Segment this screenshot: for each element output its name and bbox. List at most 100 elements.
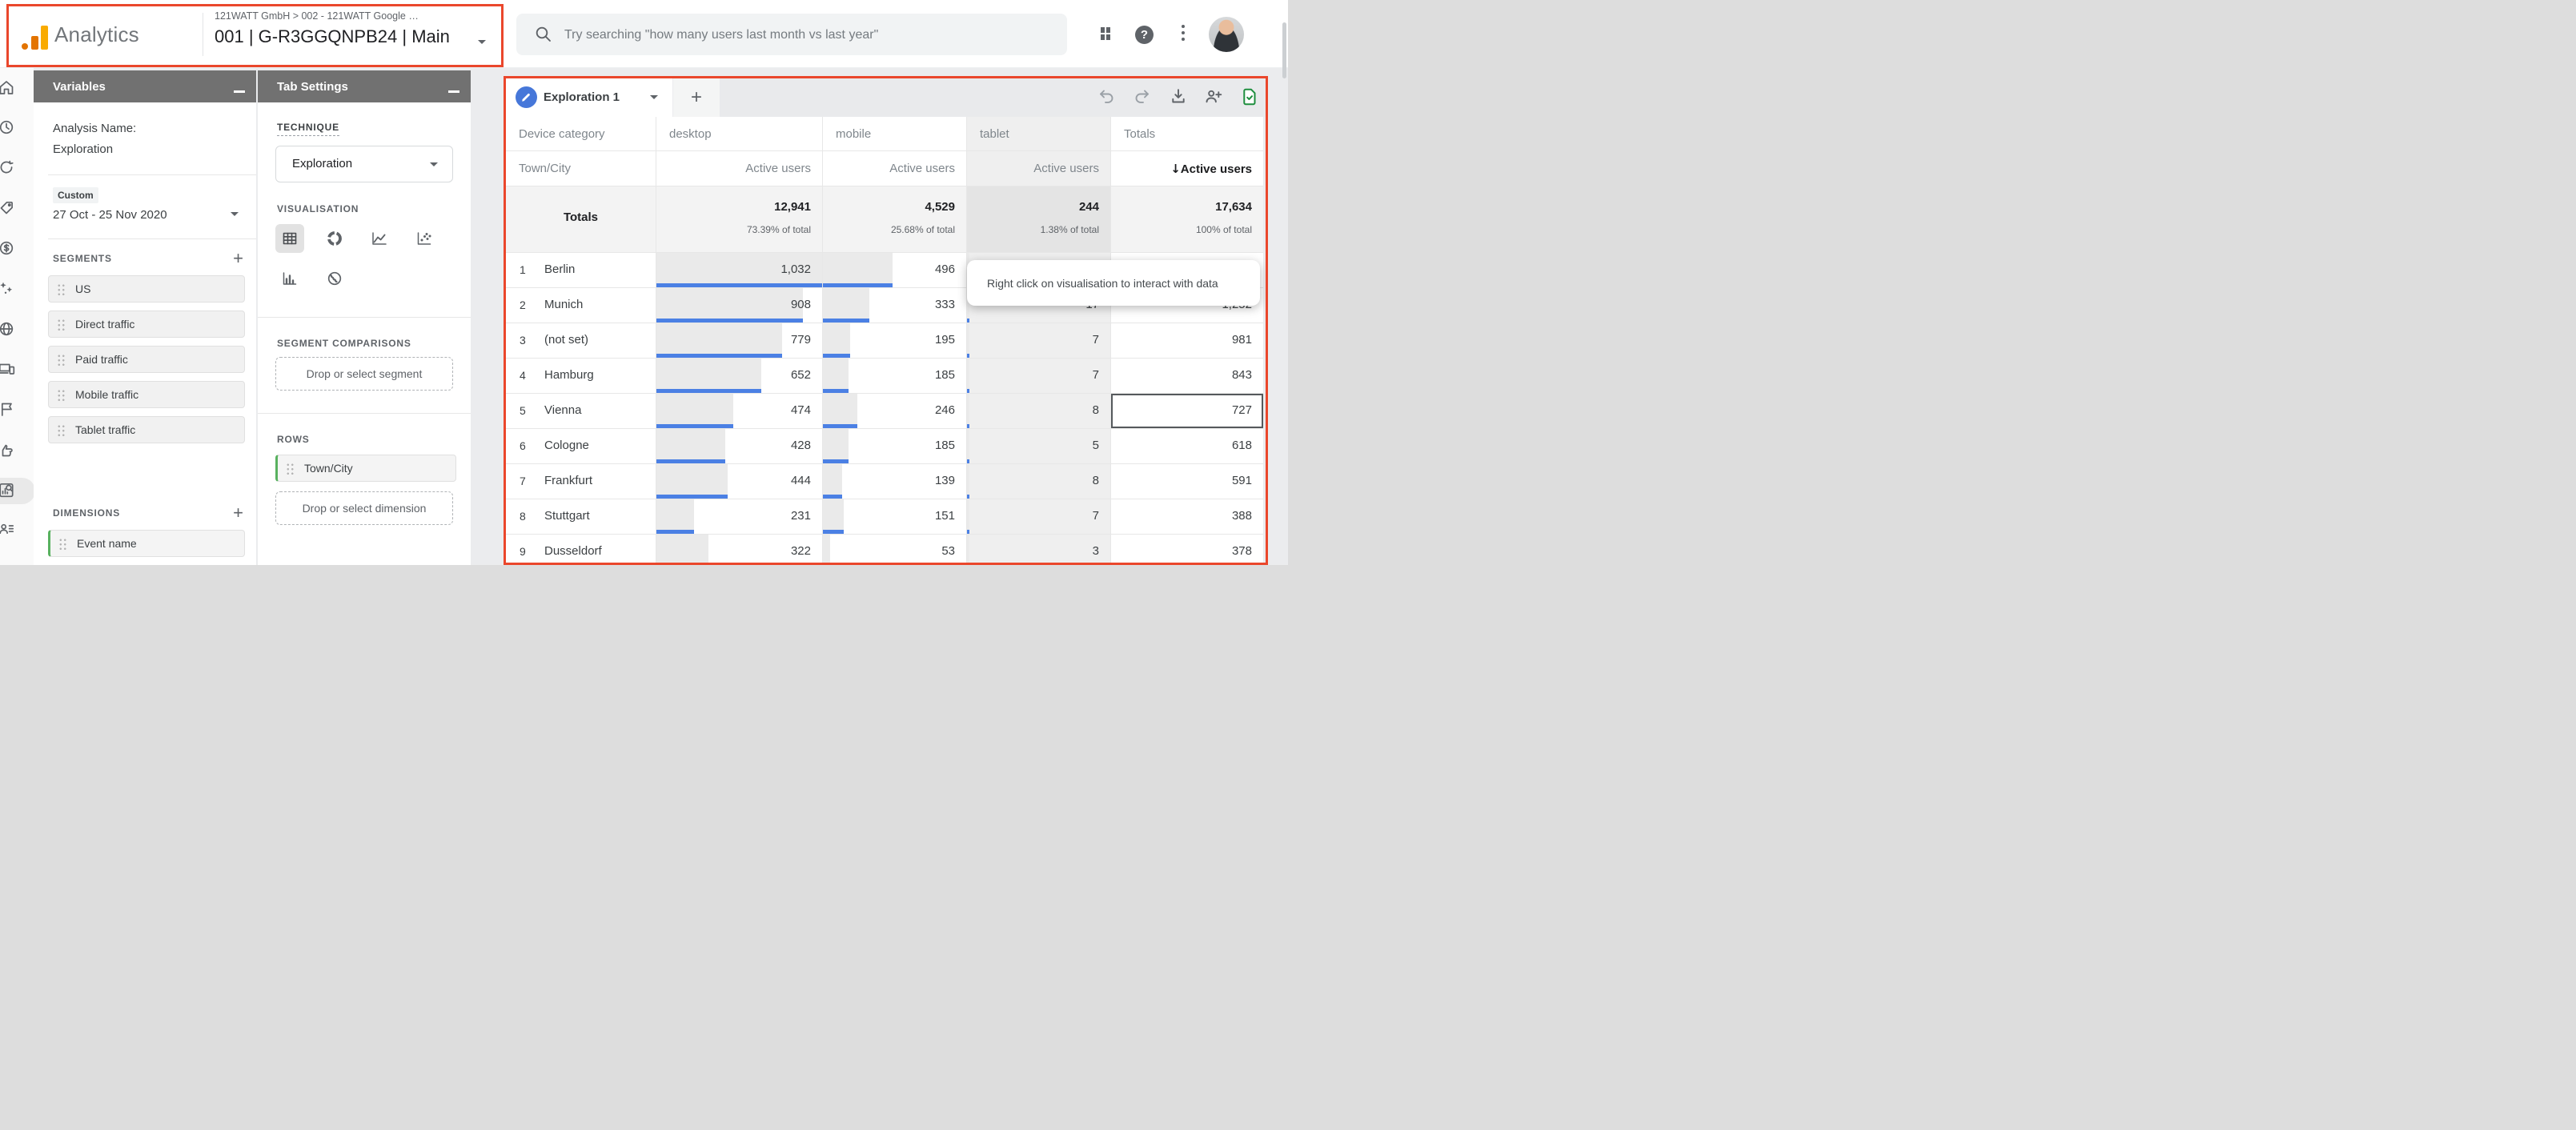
row-metric-cell[interactable]: 151	[823, 499, 967, 535]
rail-item-acquisition-icon[interactable]	[0, 199, 17, 218]
rail-item-home-icon[interactable]	[0, 78, 17, 98]
column-header-device-category[interactable]: Device category	[506, 117, 656, 151]
totals-cell-desktop[interactable]: 12,941 73.39% of total	[656, 186, 823, 253]
avatar[interactable]	[1209, 17, 1244, 52]
search-input[interactable]	[563, 14, 1046, 57]
row-metric-cell[interactable]: 618	[1111, 429, 1263, 464]
analysis-name-value[interactable]: Exploration	[53, 142, 113, 156]
segment-drop-zone[interactable]: Drop or select segment	[275, 357, 453, 391]
dimension-chip-event-name[interactable]: Event name	[48, 530, 245, 557]
property-selector[interactable]: 001 | G-R3GGQNPB24 | Main	[215, 26, 450, 47]
row-metric-cell[interactable]: 378	[1111, 535, 1263, 565]
segment-chip-tablet-traffic[interactable]: Tablet traffic	[48, 416, 245, 443]
minimize-icon[interactable]	[448, 90, 459, 93]
rail-item-monetization-icon[interactable]	[0, 239, 17, 258]
row-metric-cell[interactable]: 1,032	[656, 253, 823, 288]
row-city-cell[interactable]: 3 (not set)	[506, 323, 656, 359]
row-metric-cell[interactable]: 53	[823, 535, 967, 565]
row-metric-cell[interactable]: 843	[1111, 359, 1263, 394]
add-dimension-button[interactable]: +	[233, 504, 243, 522]
segment-chip-us[interactable]: US	[48, 275, 245, 303]
row-metric-cell[interactable]: 474	[656, 394, 823, 429]
help-icon[interactable]: ?	[1135, 26, 1154, 44]
segment-chip-paid-traffic[interactable]: Paid traffic	[48, 346, 245, 373]
download-icon[interactable]	[1170, 87, 1189, 106]
add-tab-button[interactable]: +	[673, 78, 720, 117]
row-metric-cell[interactable]: 428	[656, 429, 823, 464]
rows-chip-town-city[interactable]: Town/City	[275, 455, 456, 482]
visualisation-bar-icon[interactable]	[275, 264, 304, 293]
row-metric-cell[interactable]: 981	[1111, 323, 1263, 359]
row-metric-cell[interactable]: 591	[1111, 464, 1263, 499]
row-city-cell[interactable]: 8 Stuttgart	[506, 499, 656, 535]
visualisation-scatter-icon[interactable]	[410, 224, 439, 253]
rail-item-lifecycle-icon[interactable]	[0, 158, 17, 178]
row-metric-cell[interactable]: 444	[656, 464, 823, 499]
metric-header-tablet[interactable]: Active users	[967, 151, 1111, 186]
column-header-town-city[interactable]: Town/City	[506, 151, 656, 186]
minimize-icon[interactable]	[234, 90, 245, 93]
redo-icon[interactable]	[1134, 87, 1153, 106]
row-city-cell[interactable]: 6 Cologne	[506, 429, 656, 464]
metric-header-desktop[interactable]: Active users	[656, 151, 823, 186]
rail-item-advertising-icon[interactable]	[0, 279, 17, 299]
rail-item-events-icon[interactable]	[0, 400, 17, 419]
metric-header-totals[interactable]: ↓Active users	[1111, 151, 1263, 186]
row-metric-cell[interactable]: 139	[823, 464, 967, 499]
row-metric-cell[interactable]: 7	[967, 499, 1111, 535]
totals-cell-totals[interactable]: 17,634 100% of total	[1111, 186, 1263, 253]
metric-header-mobile[interactable]: Active users	[823, 151, 967, 186]
rail-item-demographics-icon[interactable]	[0, 320, 17, 339]
row-metric-cell[interactable]: 388	[1111, 499, 1263, 535]
add-segment-button[interactable]: +	[233, 250, 243, 267]
row-city-cell[interactable]: 7 Frankfurt	[506, 464, 656, 499]
row-city-cell[interactable]: 2 Munich	[506, 288, 656, 323]
totals-cell-mobile[interactable]: 4,529 25.68% of total	[823, 186, 967, 253]
search-bar[interactable]	[516, 14, 1067, 57]
column-header-mobile[interactable]: mobile	[823, 117, 967, 151]
row-metric-cell[interactable]: 7	[967, 359, 1111, 394]
scrollbar-thumb[interactable]	[1282, 22, 1286, 78]
export-sheets-icon[interactable]	[1240, 87, 1259, 106]
chevron-down-icon[interactable]	[650, 95, 658, 103]
rail-item-engagement-icon[interactable]	[0, 441, 17, 460]
rail-item-realtime-icon[interactable]	[0, 118, 17, 138]
row-city-cell[interactable]: 1 Berlin	[506, 253, 656, 288]
column-header-totals[interactable]: Totals	[1111, 117, 1263, 151]
row-metric-cell[interactable]: 246	[823, 394, 967, 429]
segment-chip-direct-traffic[interactable]: Direct traffic	[48, 311, 245, 338]
column-header-tablet[interactable]: tablet	[967, 117, 1111, 151]
row-metric-cell[interactable]: 8	[967, 464, 1111, 499]
row-metric-cell[interactable]: 185	[823, 429, 967, 464]
visualisation-line-icon[interactable]	[365, 224, 394, 253]
add-collaborator-icon[interactable]	[1205, 87, 1224, 106]
row-metric-cell[interactable]: 5	[967, 429, 1111, 464]
breadcrumb[interactable]: 121WATT GmbH > 002 - 121WATT Google …	[215, 10, 419, 22]
rail-item-explore-icon[interactable]	[0, 481, 17, 500]
date-range[interactable]: 27 Oct - 25 Nov 2020	[53, 208, 167, 222]
visualisation-table-icon[interactable]	[275, 224, 304, 253]
edit-pencil-icon[interactable]	[516, 86, 537, 108]
row-metric-cell[interactable]: 333	[823, 288, 967, 323]
dimension-drop-zone[interactable]: Drop or select dimension	[275, 491, 453, 525]
row-metric-cell[interactable]: 652	[656, 359, 823, 394]
apps-grid-icon[interactable]	[1098, 24, 1117, 43]
tab-exploration-1[interactable]: Exploration 1	[506, 78, 672, 117]
row-metric-cell[interactable]: 8	[967, 394, 1111, 429]
row-metric-cell[interactable]: 908	[656, 288, 823, 323]
visualisation-geo-icon[interactable]	[320, 264, 349, 293]
kebab-menu-icon[interactable]	[1182, 25, 1185, 44]
segment-chip-mobile-traffic[interactable]: Mobile traffic	[48, 381, 245, 408]
totals-label-cell[interactable]: Totals	[506, 186, 656, 253]
rail-item-tech-icon[interactable]	[0, 360, 17, 379]
undo-icon[interactable]	[1097, 87, 1117, 106]
chevron-down-icon[interactable]	[231, 212, 239, 220]
rail-item-library-icon[interactable]	[0, 521, 17, 540]
column-header-desktop[interactable]: desktop	[656, 117, 823, 151]
row-metric-cell[interactable]: 7	[967, 323, 1111, 359]
row-city-cell[interactable]: 5 Vienna	[506, 394, 656, 429]
row-metric-cell[interactable]: 727	[1111, 394, 1263, 429]
row-metric-cell[interactable]: 195	[823, 323, 967, 359]
row-metric-cell[interactable]: 231	[656, 499, 823, 535]
row-city-cell[interactable]: 9 Dusseldorf	[506, 535, 656, 565]
